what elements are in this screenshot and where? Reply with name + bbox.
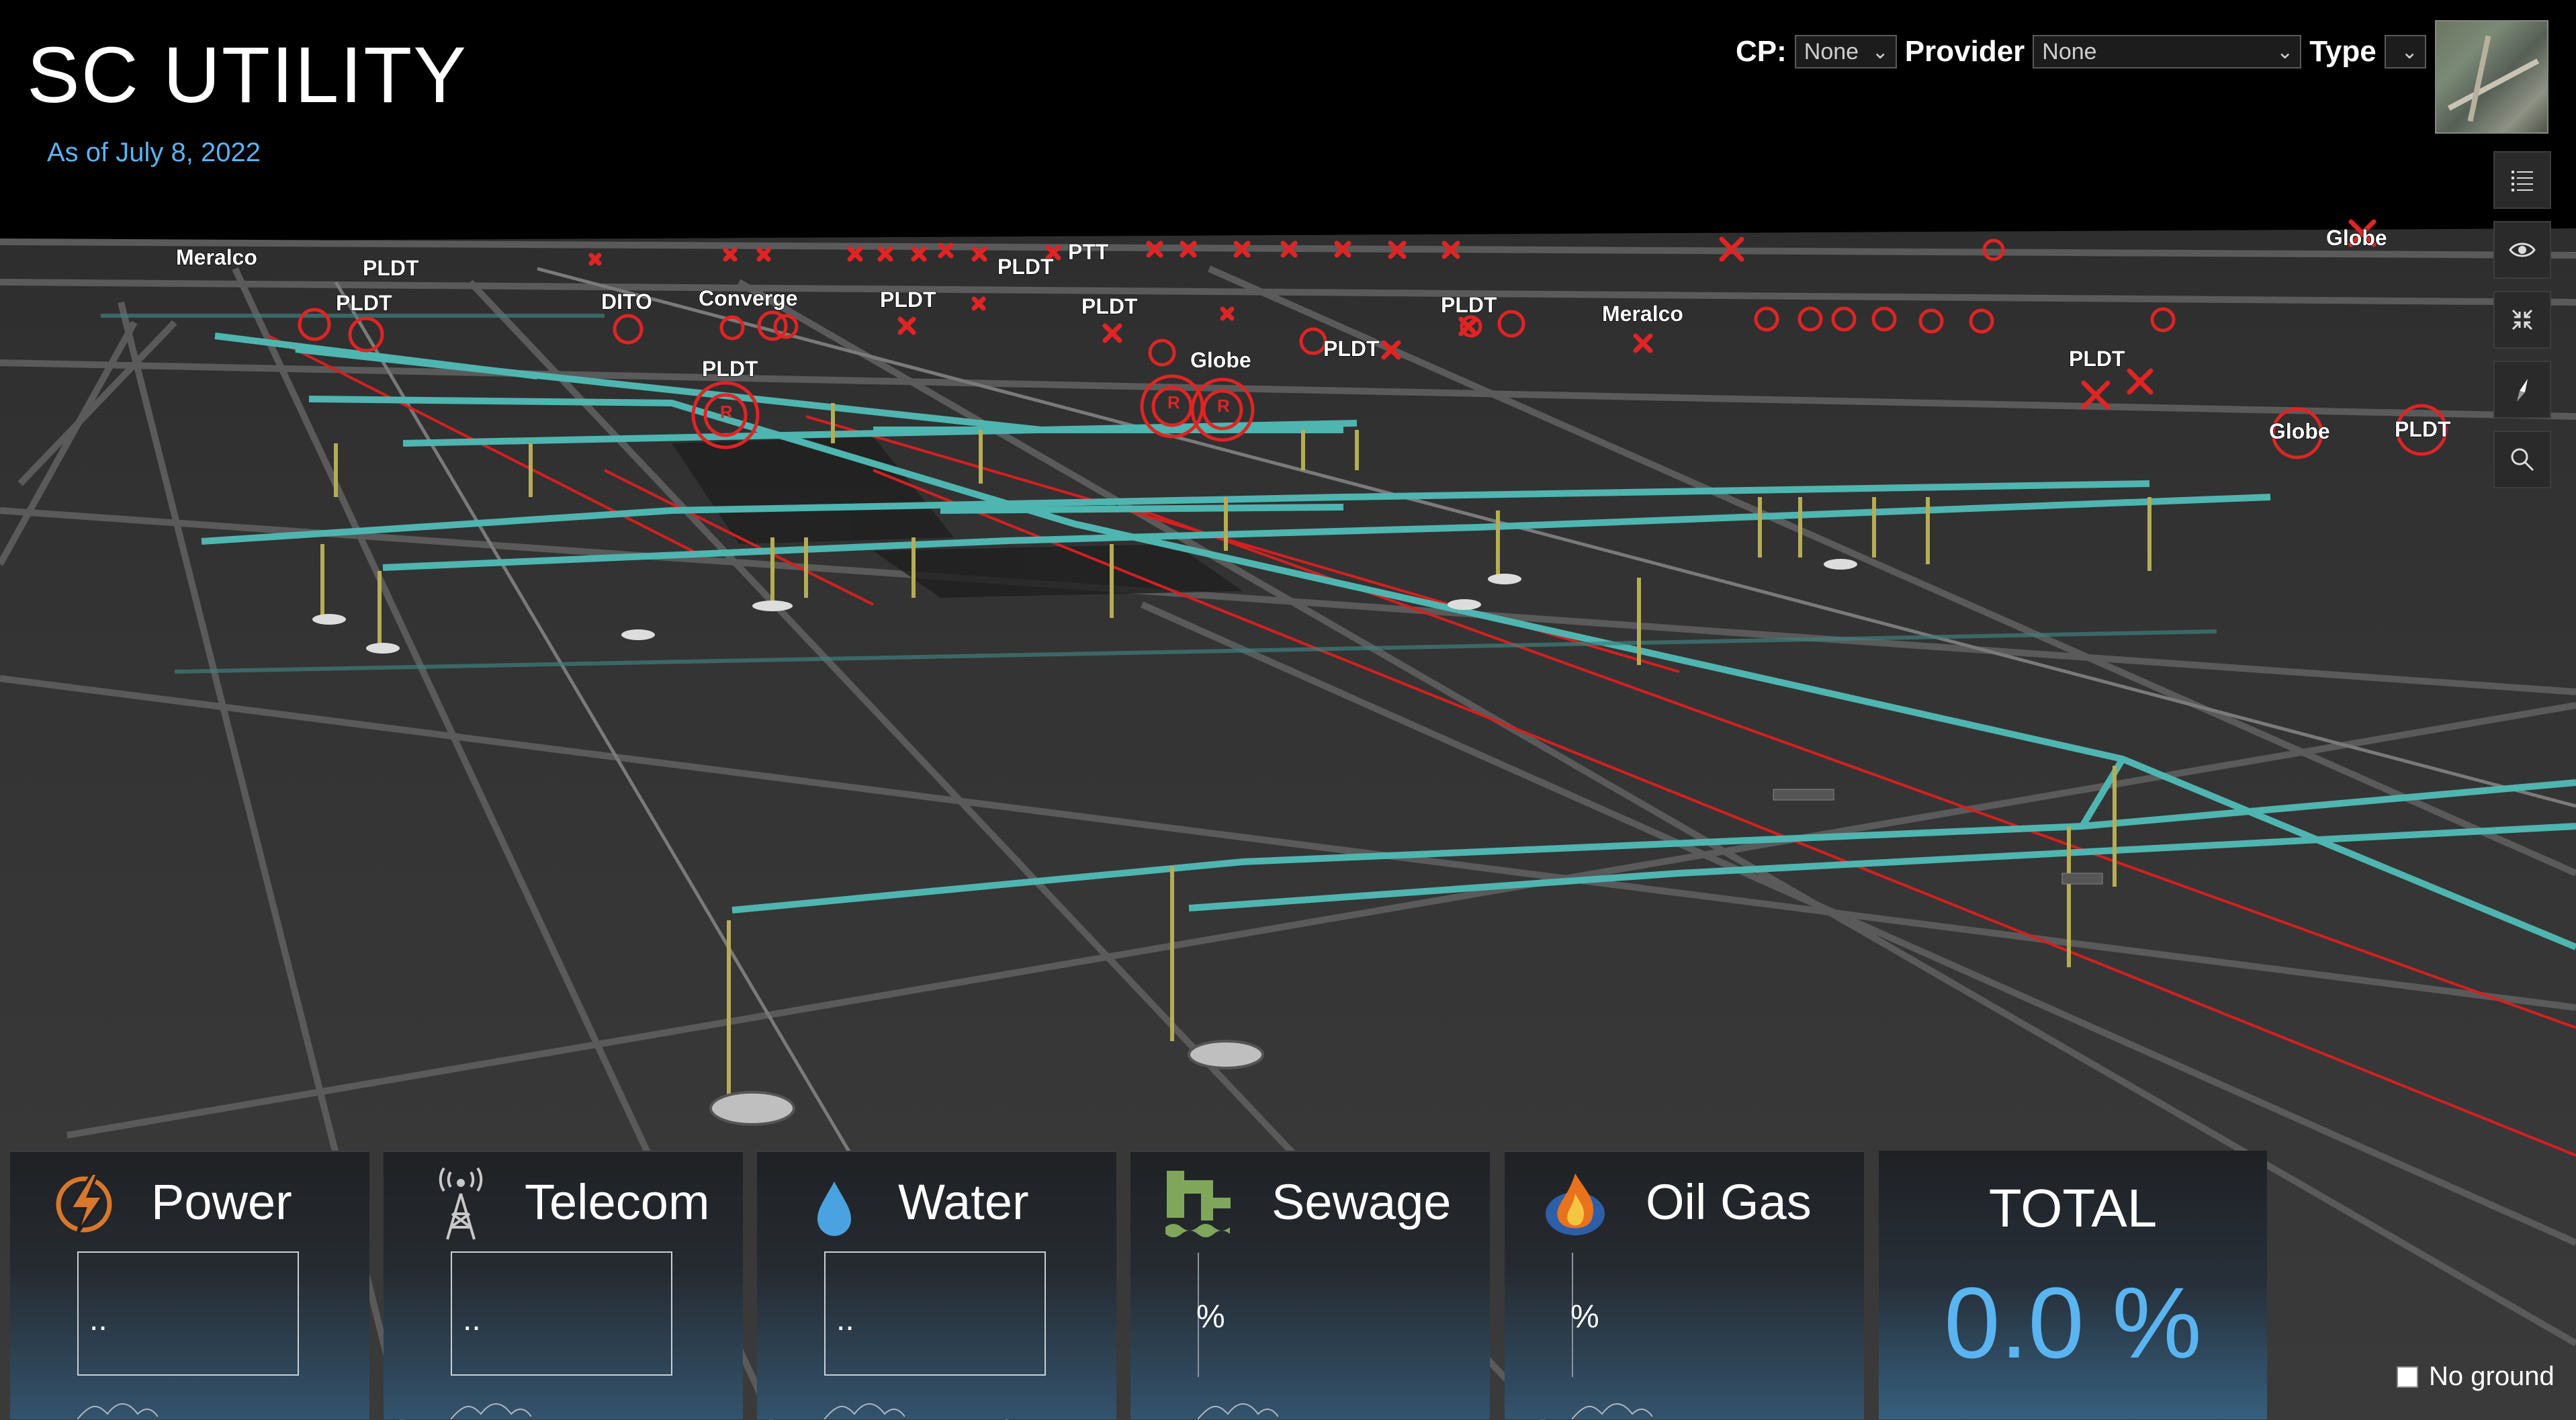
oil-gas-value: %	[1570, 1299, 1599, 1335]
app-title: SC UTILITY	[27, 31, 468, 120]
power-label: Power	[151, 1174, 292, 1230]
telecom-value: ..	[463, 1302, 481, 1337]
total-label: TOTAL	[1988, 1178, 2158, 1238]
no-ground-toggle[interactable]: No ground	[2397, 1362, 2555, 1392]
telecom-card[interactable]: Telecom ..	[384, 1151, 743, 1419]
map-label[interactable]: Meralco	[1601, 301, 1683, 326]
type-label: Type	[2309, 35, 2377, 68]
map-label[interactable]: PLDT	[2068, 346, 2126, 371]
provider-select-value: None	[2042, 38, 2097, 64]
map-label[interactable]: PLDT	[335, 290, 393, 316]
map-label[interactable]: PLDT	[1081, 294, 1139, 319]
sewage-icon	[1165, 1171, 1231, 1237]
sparkline-icon	[451, 1403, 531, 1419]
map-label[interactable]: PLDT	[997, 254, 1055, 279]
chevron-down-icon: ⌄	[2401, 41, 2418, 63]
map-label[interactable]: PTT	[1067, 239, 1109, 265]
svg-text:R: R	[1167, 392, 1180, 412]
oil-gas-card[interactable]: Oil Gas %	[1505, 1151, 1864, 1419]
fullscreen-button[interactable]	[2493, 291, 2551, 349]
sparkline-icon	[77, 1403, 158, 1419]
map-label[interactable]: Meralco	[175, 245, 257, 270]
chevron-down-icon: ⌄	[2276, 41, 2294, 63]
power-card[interactable]: Power ..	[10, 1151, 369, 1419]
map-label[interactable]: PLDT	[701, 356, 759, 382]
map-label[interactable]: Globe	[2268, 418, 2330, 444]
sparkline-icon	[1198, 1403, 1278, 1419]
sewage-value: %	[1196, 1299, 1225, 1335]
water-value: ..	[836, 1302, 854, 1337]
map-label[interactable]: PLDT	[879, 287, 937, 312]
map-label[interactable]: DITO	[601, 289, 652, 314]
cp-select-value: None	[1804, 38, 1859, 64]
cp-label: CP:	[1736, 35, 1787, 68]
layer-list-icon	[2512, 171, 2533, 191]
svg-text:R: R	[720, 402, 733, 422]
map-label[interactable]: PLDT	[2394, 416, 2452, 442]
cp-select[interactable]: None ⌄	[1794, 35, 1897, 69]
search-icon	[2511, 448, 2534, 472]
water-value-box	[824, 1251, 1046, 1376]
sparkline-icon	[1572, 1403, 1652, 1419]
map-toolbar	[2493, 151, 2554, 500]
power-value-box	[77, 1251, 299, 1376]
oil-gas-label: Oil Gas	[1646, 1174, 1812, 1230]
sparkline-icon	[824, 1403, 905, 1419]
map-label[interactable]: Converge	[698, 285, 798, 311]
map-label[interactable]: PLDT	[362, 255, 420, 281]
water-card[interactable]: Water ..	[757, 1151, 1116, 1419]
map-label[interactable]: PLDT	[1323, 336, 1380, 361]
filter-bar: CP: None ⌄ Provider None ⌄ Type ⌄	[1736, 35, 2426, 69]
search-button[interactable]	[2493, 431, 2551, 488]
type-select[interactable]: ⌄	[2384, 35, 2426, 69]
map-label[interactable]: Globe	[2325, 225, 2387, 251]
sewage-card[interactable]: Sewage %	[1130, 1151, 1490, 1419]
provider-label: Provider	[1904, 35, 2025, 68]
sewage-label: Sewage	[1272, 1174, 1452, 1230]
chevron-down-icon: ⌄	[1871, 41, 1889, 63]
power-value: ..	[89, 1302, 107, 1337]
telecom-label: Telecom	[525, 1174, 710, 1230]
flame-icon	[1546, 1173, 1605, 1235]
fullscreen-icon	[2512, 309, 2533, 330]
layer-list-button[interactable]	[2493, 151, 2551, 209]
map-label[interactable]: PLDT	[1440, 292, 1498, 318]
no-ground-checkbox[interactable]	[2397, 1366, 2418, 1388]
lightning-icon	[56, 1172, 112, 1235]
antenna-tower-icon	[439, 1167, 483, 1240]
map-label[interactable]: Globe	[1190, 347, 1251, 373]
water-label: Water	[898, 1174, 1029, 1230]
basemap-thumbnail[interactable]	[2435, 20, 2548, 134]
total-card[interactable]: TOTAL 0.0 %	[1879, 1151, 2267, 1419]
no-ground-label: No ground	[2429, 1362, 2555, 1391]
water-drop-icon	[817, 1182, 851, 1236]
eye-icon	[2509, 242, 2536, 257]
total-value: 0.0 %	[1944, 1266, 2202, 1379]
telecom-value-box	[451, 1251, 672, 1376]
compass-icon	[2517, 379, 2528, 402]
svg-text:R: R	[1217, 396, 1230, 416]
as-of-date: As of July 8, 2022	[47, 138, 261, 167]
compass-button[interactable]	[2493, 361, 2551, 418]
provider-select[interactable]: None ⌄	[2033, 35, 2302, 69]
visibility-button[interactable]	[2493, 221, 2551, 279]
